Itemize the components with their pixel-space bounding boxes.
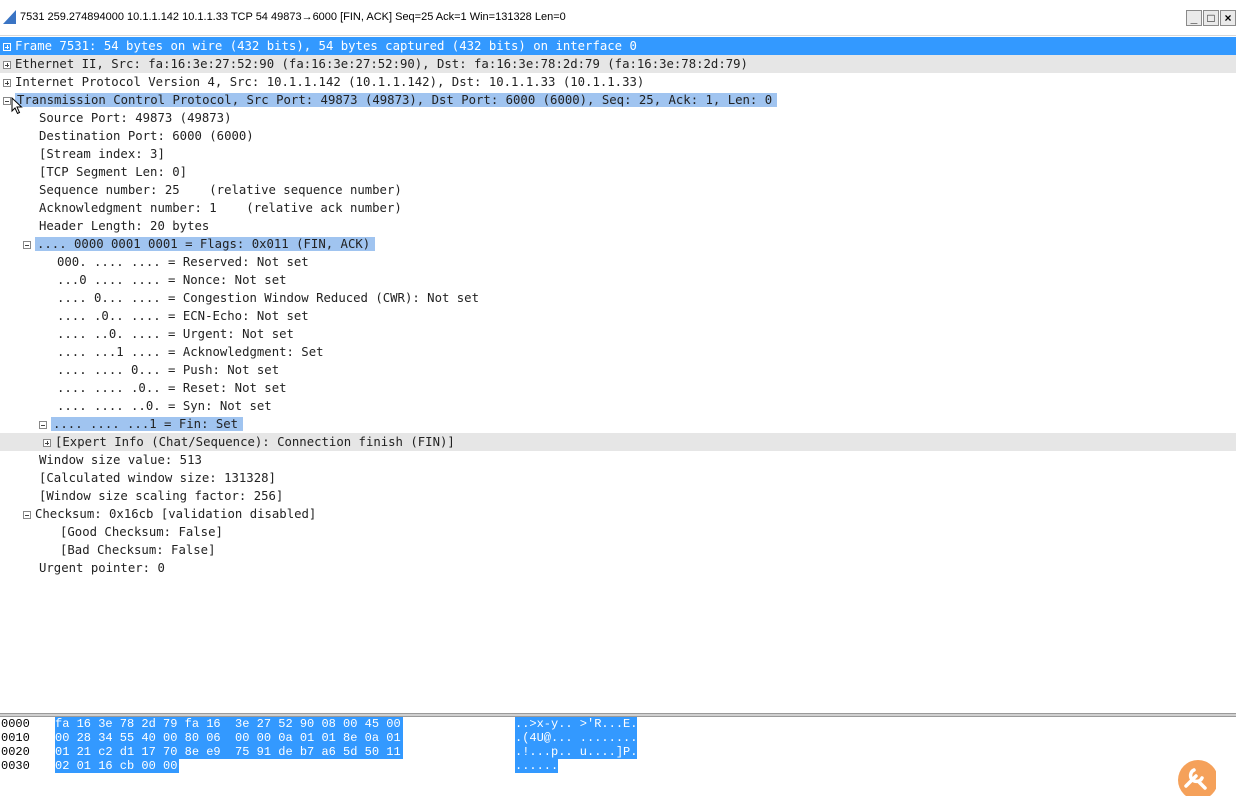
tree-row-frame[interactable]: Frame 7531: 54 bytes on wire (432 bits),…	[0, 37, 1236, 55]
tree-field[interactable]: Urgent pointer: 0	[0, 559, 1236, 577]
hex-offset: 0030	[1, 759, 30, 773]
close-button[interactable]: ×	[1220, 10, 1236, 26]
tree-row-label: [Expert Info (Chat/Sequence): Connection…	[55, 435, 455, 449]
hex-offset: 0000	[1, 717, 30, 731]
hex-bytes[interactable]: 00 28 34 55 40 00 80 06 00 00 0a 01 01 8…	[55, 731, 403, 745]
tree-row-label: .... 0000 0001 0001 = Flags: 0x011 (FIN,…	[35, 237, 376, 251]
flag-bit[interactable]: .... ..0. .... = Urgent: Not set	[0, 325, 1236, 343]
expand-plus-icon[interactable]	[3, 61, 11, 69]
tree-row-ip[interactable]: Internet Protocol Version 4, Src: 10.1.1…	[0, 73, 1236, 91]
window-titlebar: 7531 259.274894000 10.1.1.142 10.1.1.33 …	[0, 0, 1236, 36]
tree-field[interactable]: Window size value: 513	[0, 451, 1236, 469]
hex-ascii[interactable]: ......	[515, 759, 559, 773]
hex-ascii[interactable]: .!...p.. u....]P.	[515, 745, 638, 759]
flag-bit[interactable]: .... 0... .... = Congestion Window Reduc…	[0, 289, 1236, 307]
tree-row-label: Checksum: 0x16cb [validation disabled]	[35, 507, 317, 521]
tree-field[interactable]: [Good Checksum: False]	[0, 523, 1236, 541]
tree-row-fin[interactable]: .... .... ...1 = Fin: Set	[0, 415, 1236, 433]
tree-field[interactable]: Source Port: 49873 (49873)	[0, 109, 1236, 127]
flag-bit[interactable]: .... .0.. .... = ECN-Echo: Not set	[0, 307, 1236, 325]
tree-row-checksum[interactable]: Checksum: 0x16cb [validation disabled]	[0, 505, 1236, 523]
wrench-tool-icon[interactable]	[1172, 756, 1216, 796]
hex-offset: 0010	[1, 731, 30, 745]
tree-row-flags[interactable]: .... 0000 0001 0001 = Flags: 0x011 (FIN,…	[0, 235, 1236, 253]
collapse-minus-icon[interactable]	[3, 97, 11, 105]
flag-bit[interactable]: .... ...1 .... = Acknowledgment: Set	[0, 343, 1236, 361]
tree-row-label: Frame 7531: 54 bytes on wire (432 bits),…	[15, 39, 637, 53]
hex-ascii[interactable]: ..>x-y.. >'R...E.	[515, 717, 638, 731]
shark-fin-icon	[3, 10, 16, 24]
hex-bytes[interactable]: fa 16 3e 78 2d 79 fa 16 3e 27 52 90 08 0…	[55, 717, 403, 731]
tree-field[interactable]: [Bad Checksum: False]	[0, 541, 1236, 559]
tree-field[interactable]: Acknowledgment number: 1 (relative ack n…	[0, 199, 1236, 217]
hex-bytes[interactable]: 02 01 16 cb 00 00	[55, 759, 180, 773]
hex-offset: 0020	[1, 745, 30, 759]
tree-field[interactable]: Sequence number: 25 (relative sequence n…	[0, 181, 1236, 199]
tree-field[interactable]: [TCP Segment Len: 0]	[0, 163, 1236, 181]
flag-bit[interactable]: .... .... .0.. = Reset: Not set	[0, 379, 1236, 397]
expand-plus-icon[interactable]	[43, 439, 51, 447]
tree-row-label: Internet Protocol Version 4, Src: 10.1.1…	[15, 75, 645, 89]
tree-row-label: Ethernet II, Src: fa:16:3e:27:52:90 (fa:…	[15, 57, 748, 71]
tree-row-expert-info[interactable]: [Expert Info (Chat/Sequence): Connection…	[0, 433, 1236, 451]
tree-row-label: .... .... ...1 = Fin: Set	[51, 417, 244, 431]
tree-field[interactable]: [Stream index: 3]	[0, 145, 1236, 163]
tree-field[interactable]: Destination Port: 6000 (6000)	[0, 127, 1236, 145]
collapse-minus-icon[interactable]	[39, 421, 47, 429]
window-controls: _ □ ×	[1186, 10, 1236, 28]
tree-row-label: Transmission Control Protocol, Src Port:…	[15, 93, 778, 107]
window-title: 7531 259.274894000 10.1.1.142 10.1.1.33 …	[20, 11, 566, 23]
collapse-minus-icon[interactable]	[23, 511, 31, 519]
hex-bytes[interactable]: 01 21 c2 d1 17 70 8e e9 75 91 de b7 a6 5…	[55, 745, 403, 759]
hex-dump-pane: 0000 fa 16 3e 78 2d 79 fa 16 3e 27 52 90…	[0, 717, 1236, 796]
maximize-button[interactable]: □	[1203, 10, 1219, 26]
minimize-button[interactable]: _	[1186, 10, 1202, 26]
tree-field[interactable]: [Window size scaling factor: 256]	[0, 487, 1236, 505]
tree-row-ethernet[interactable]: Ethernet II, Src: fa:16:3e:27:52:90 (fa:…	[0, 55, 1236, 73]
tree-row-tcp[interactable]: Transmission Control Protocol, Src Port:…	[0, 91, 1236, 109]
expand-plus-icon[interactable]	[3, 43, 11, 51]
flag-bit[interactable]: 000. .... .... = Reserved: Not set	[0, 253, 1236, 271]
flag-bit[interactable]: .... .... 0... = Push: Not set	[0, 361, 1236, 379]
flag-bit[interactable]: .... .... ..0. = Syn: Not set	[0, 397, 1236, 415]
flag-bit[interactable]: ...0 .... .... = Nonce: Not set	[0, 271, 1236, 289]
packet-details-tree: Frame 7531: 54 bytes on wire (432 bits),…	[0, 37, 1236, 713]
hex-ascii[interactable]: .(4U@... ........	[515, 731, 638, 745]
collapse-minus-icon[interactable]	[23, 241, 31, 249]
tree-field[interactable]: [Calculated window size: 131328]	[0, 469, 1236, 487]
mouse-cursor-icon	[11, 97, 23, 115]
tree-field[interactable]: Header Length: 20 bytes	[0, 217, 1236, 235]
expand-plus-icon[interactable]	[3, 79, 11, 87]
